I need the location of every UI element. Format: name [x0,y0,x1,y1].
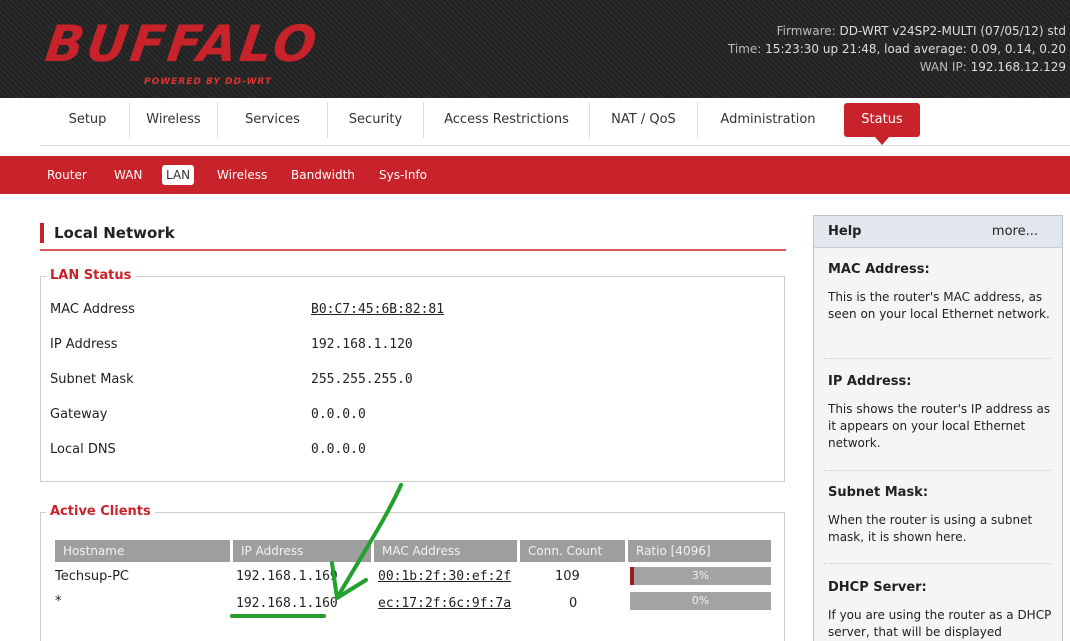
help-divider [824,358,1052,359]
help-heading-ip: IP Address: [828,374,912,389]
help-heading-subnet: Subnet Mask: [828,485,929,500]
help-heading-mac: MAC Address: [828,262,930,277]
green-arrow [330,483,403,600]
help-text-subnet: When the router is using a subnet mask, … [828,513,1033,544]
help-title: Help [828,224,862,239]
help-divider [824,470,1052,471]
help-panel: Help more... MAC Address: This is the ro… [813,215,1063,641]
help-text-mac: This is the router's MAC address, as see… [828,290,1050,321]
help-heading-dhcp: DHCP Server: [828,580,927,595]
help-more-link[interactable]: more... [992,224,1038,239]
help-text-ip: This shows the router's IP address as it… [828,402,1051,450]
help-divider [824,563,1052,564]
help-text-dhcp: If you are using the router as a DHCP se… [828,608,1052,639]
help-header: Help more... [814,216,1062,248]
